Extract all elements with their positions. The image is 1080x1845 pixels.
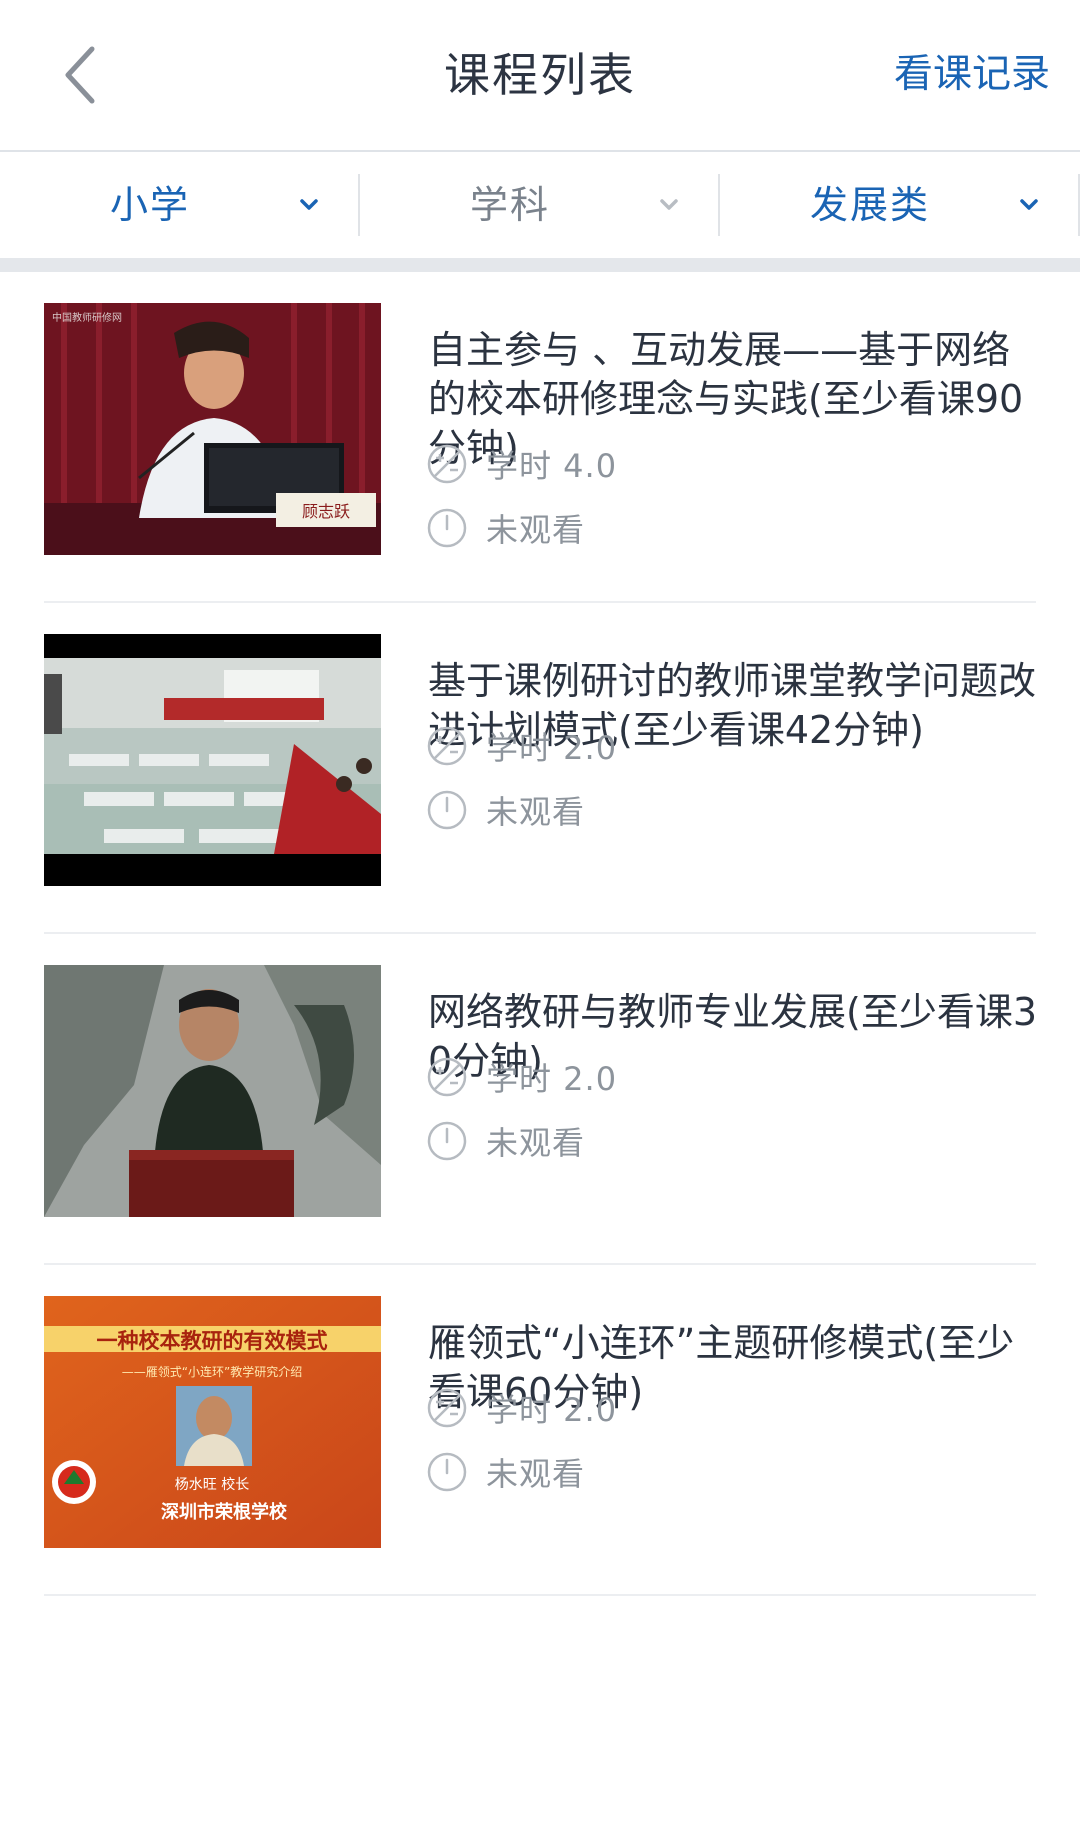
course-hours-label: 学时 2.0 (486, 1060, 618, 1098)
course-item[interactable]: 顾志跃 中国教师研修网 自主参与 、互动发展——基于网络的校本研修理念与实践(至… (0, 272, 1080, 603)
course-hours: 学时 2.0 (426, 1055, 617, 1099)
thumb-watermark: 中国教师研修网 (52, 311, 122, 324)
course-hours: 学时 2.0 (426, 724, 617, 768)
thumb-heading: 一种校本教研的有效模式 (97, 1329, 328, 1353)
course-hours: 学时 4.0 (426, 442, 617, 486)
chevron-down-icon (300, 199, 318, 210)
clock-icon (427, 1452, 467, 1492)
course-hours-label: 学时 2.0 (486, 729, 618, 767)
course-status-label: 未观看 (486, 1455, 586, 1493)
course-thumbnail[interactable]: 一种校本教研的有效模式 ——雁领式“小连环”教学研究介绍 杨水旺 校长 深圳市荣… (44, 1296, 381, 1548)
filter-subject[interactable]: 学科 (360, 152, 720, 258)
course-hours: 学时 2.0 (426, 1386, 617, 1430)
course-status: 未观看 (426, 1119, 585, 1163)
chevron-down-icon (1020, 199, 1038, 210)
course-item[interactable]: 基于课例研讨的教师课堂教学问题改进计划模式(至少看课42分钟) 学时 2.0 未… (0, 603, 1080, 934)
course-list: 顾志跃 中国教师研修网 自主参与 、互动发展——基于网络的校本研修理念与实践(至… (0, 272, 1080, 1596)
course-status-label: 未观看 (486, 1124, 586, 1162)
hours-icon (427, 726, 467, 766)
list-divider (44, 1594, 1036, 1596)
thumb-presenter: 杨水旺 校长 (175, 1476, 249, 1493)
course-status-label: 未观看 (486, 511, 586, 549)
filter-bar: 小学 学科 发展类 (0, 152, 1080, 258)
course-status: 未观看 (426, 506, 585, 550)
filter-category[interactable]: 发展类 (720, 152, 1080, 258)
thumb-school: 深圳市荣根学校 (161, 1501, 288, 1523)
hours-icon (427, 1388, 467, 1428)
chevron-down-icon (660, 199, 678, 210)
thumb-speaker-name: 顾志跃 (302, 502, 350, 521)
course-thumbnail[interactable] (44, 634, 381, 886)
clock-icon (427, 508, 467, 548)
thumb-subheading: ——雁领式“小连环”教学研究介绍 (122, 1364, 302, 1379)
course-status: 未观看 (426, 788, 585, 832)
filter-subject-label: 学科 (469, 183, 550, 227)
course-hours-label: 学时 4.0 (486, 447, 618, 485)
clock-icon (427, 1121, 467, 1161)
filter-school-level-label: 小学 (109, 183, 190, 227)
filter-school-level[interactable]: 小学 (0, 152, 360, 258)
top-nav-bar: 课程列表 看课记录 (0, 0, 1080, 152)
hours-icon (427, 1057, 467, 1097)
filter-category-label: 发展类 (809, 183, 930, 227)
course-thumbnail[interactable] (44, 965, 381, 1217)
course-item[interactable]: 一种校本教研的有效模式 ——雁领式“小连环”教学研究介绍 杨水旺 校长 深圳市荣… (0, 1265, 1080, 1596)
watch-history-link[interactable]: 看课记录 (894, 0, 1050, 150)
clock-icon (427, 790, 467, 830)
course-item[interactable]: 网络教研与教师专业发展(至少看课30分钟) 学时 2.0 未观看 (0, 934, 1080, 1265)
course-hours-label: 学时 2.0 (486, 1391, 618, 1429)
hours-icon (427, 444, 467, 484)
section-divider (0, 258, 1080, 272)
course-status: 未观看 (426, 1450, 585, 1494)
course-status-label: 未观看 (486, 793, 586, 831)
course-thumbnail[interactable]: 顾志跃 中国教师研修网 (44, 303, 381, 555)
